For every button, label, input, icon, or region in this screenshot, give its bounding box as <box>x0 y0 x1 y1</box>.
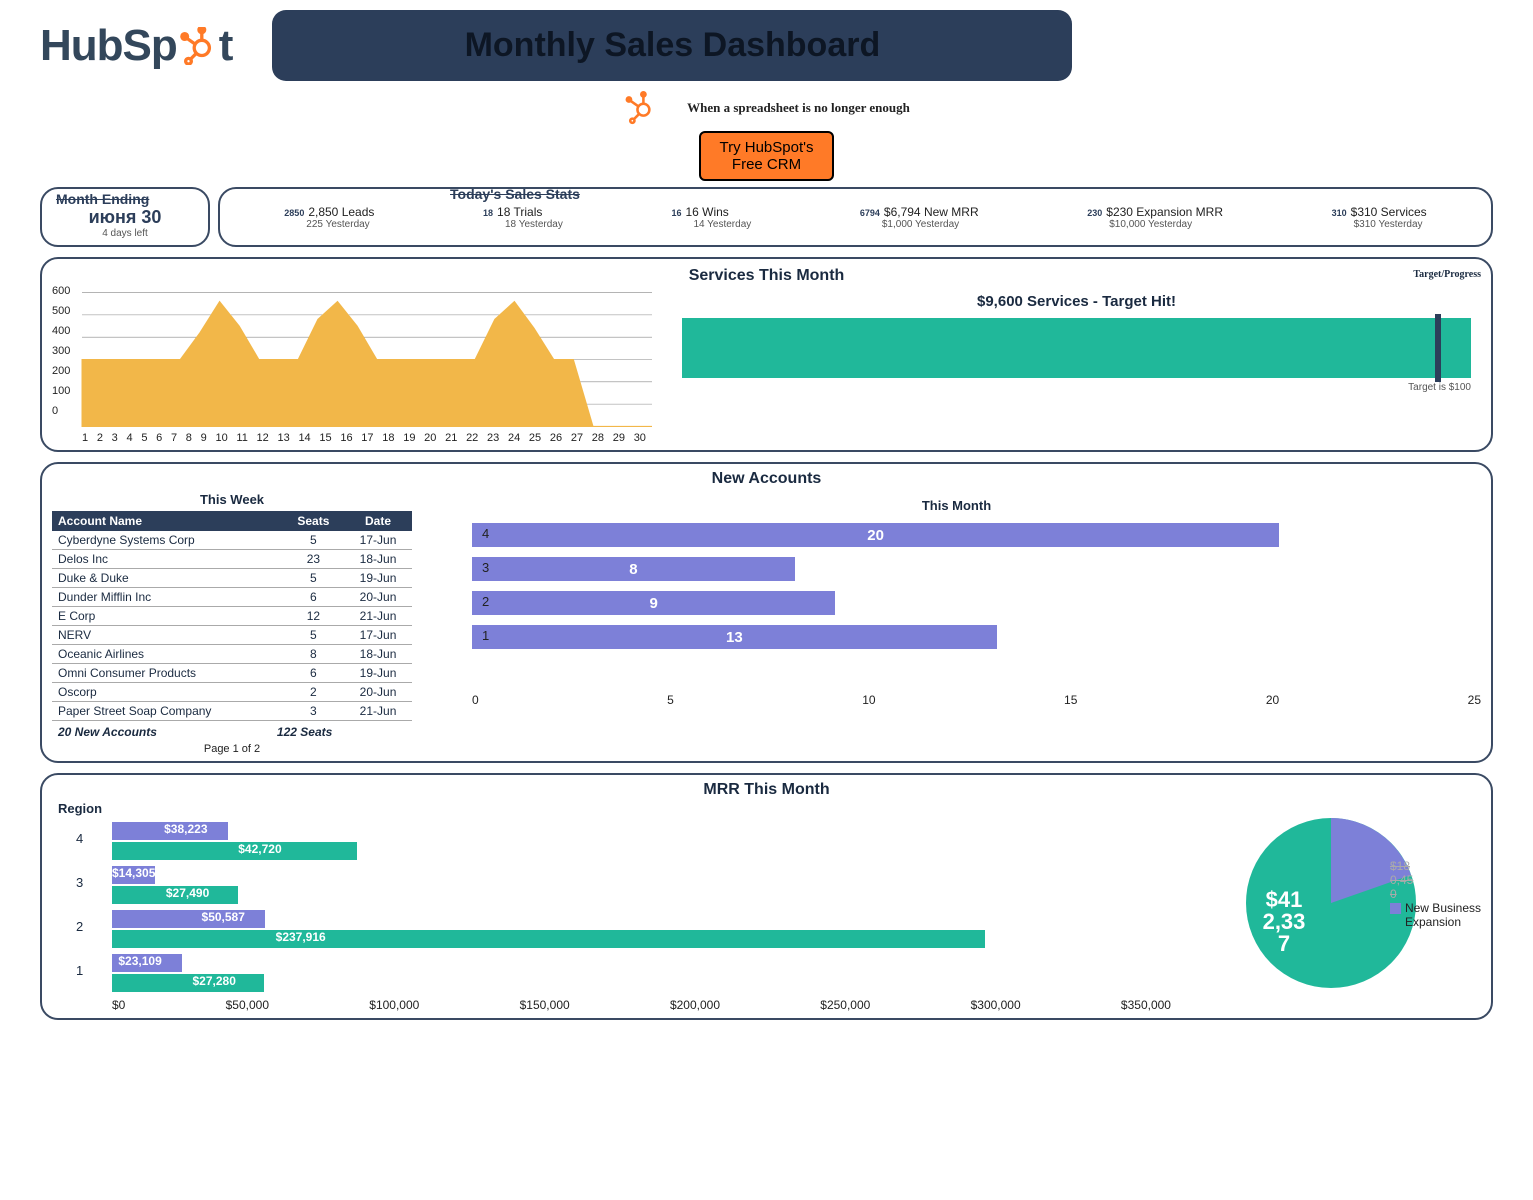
this-month-label: This Month <box>432 498 1481 513</box>
mrr-panel: MRR This Month Region 4 $38,223 $42,720 … <box>40 773 1493 1020</box>
mrr-bar-chart: Region 4 $38,223 $42,720 3 $14,305 $27,4… <box>52 799 1171 1012</box>
new-accounts-panel: New Accounts This Week Account Name Seat… <box>40 462 1493 763</box>
pie-center-label: $412,337 <box>1249 889 1319 955</box>
table-pagination: Page 1 of 2 <box>52 743 412 755</box>
mrr-pie-chart: $412,337 $18 0,45 0 New Business Expansi… <box>1181 799 1481 1012</box>
services-title: Services This Month <box>52 267 1481 285</box>
hubspot-sprocket-icon <box>179 27 217 65</box>
stat-item: 230$230 Expansion MRR $10,000 Yesterday <box>1087 205 1223 230</box>
month-ending-date: июня 30 <box>56 207 194 228</box>
today-stats-box: Today's Sales Stats 28502,850 Leads 225 … <box>218 187 1493 247</box>
stat-item: 6794$6,794 New MRR $1,000 Yesterday <box>860 205 979 230</box>
table-row: NERV517-Jun <box>52 626 412 645</box>
table-row: Duke & Duke519-Jun <box>52 569 412 588</box>
table-row: Oceanic Airlines818-Jun <box>52 645 412 664</box>
month-ending-label: Month Ending <box>56 191 194 207</box>
services-area-chart: 600 500 400 300 200 100 0 <box>52 287 652 444</box>
logo-text-b: t <box>219 24 233 68</box>
this-week-label: This Week <box>52 492 412 507</box>
new-accounts-title: New Accounts <box>52 470 1481 488</box>
stat-item: 1818 Trials 18 Yesterday <box>483 205 563 230</box>
services-progress-bar <box>682 318 1471 378</box>
page-title: Monthly Sales Dashboard <box>272 10 1072 81</box>
services-target-foot: Target is $100 <box>672 382 1481 393</box>
table-row: E Corp1221-Jun <box>52 607 412 626</box>
stat-item: 310$310 Services $310 Yesterday <box>1332 205 1427 230</box>
mrr-legend: $18 0,45 0 New Business Expansion <box>1390 859 1481 929</box>
table-row: Dunder Mifflin Inc620-Jun <box>52 588 412 607</box>
weekly-bar: 13 <box>472 625 997 649</box>
month-ending-sub: 4 days left <box>56 228 194 239</box>
legend-new-business: New Business <box>1390 901 1481 915</box>
legend-expansion: Expansion <box>1390 915 1481 929</box>
table-row: Paper Street Soap Company321-Jun <box>52 702 412 721</box>
table-row: Oscorp220-Jun <box>52 683 412 702</box>
region-label: Region <box>58 801 1171 816</box>
month-ending-box: Month Ending июня 30 4 days left <box>40 187 210 247</box>
mrr-title: MRR This Month <box>52 781 1481 799</box>
stat-item: 28502,850 Leads 225 Yesterday <box>284 205 374 230</box>
new-accounts-total: 20 New Accounts <box>58 725 157 739</box>
try-crm-button[interactable]: Try HubSpot's Free CRM <box>699 131 833 181</box>
table-row: Delos Inc2318-Jun <box>52 550 412 569</box>
hubspot-logo: HubSp t <box>40 24 232 68</box>
weekly-bar: 9 <box>472 591 835 615</box>
weekly-bar: 8 <box>472 557 795 581</box>
table-row: Cyberdyne Systems Corp517-Jun <box>52 531 412 550</box>
services-panel: Services This Month 600 500 400 300 200 … <box>40 257 1493 452</box>
table-row: Omni Consumer Products619-Jun <box>52 664 412 683</box>
new-accounts-bar-chart: This Month 4 20 3 8 2 9 1 13 0510152025 <box>432 488 1481 755</box>
promo-text: When a spreadsheet is no longer enough <box>687 100 910 116</box>
logo-text-a: HubSp <box>40 24 177 68</box>
weekly-bar: 20 <box>472 523 1279 547</box>
target-progress-label: Target/Progress <box>1413 269 1481 280</box>
hubspot-sprocket-icon <box>623 91 657 125</box>
new-accounts-table: Account Name Seats Date Cyberdyne System… <box>52 511 412 721</box>
stat-item: 1616 Wins 14 Yesterday <box>671 205 751 230</box>
today-stats-title: Today's Sales Stats <box>450 187 580 202</box>
seats-total: 122 Seats <box>277 725 332 739</box>
target-marker <box>1435 314 1441 382</box>
services-target-title: $9,600 Services - Target Hit! <box>672 293 1481 310</box>
